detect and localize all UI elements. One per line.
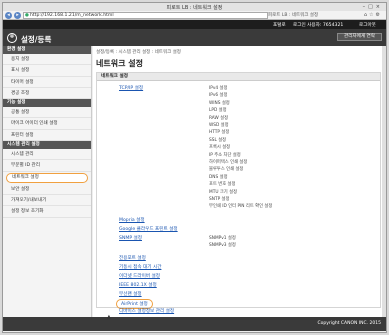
tcpip-sub-item: 하이퍼텍스 인쇄 설정	[209, 160, 248, 165]
title-bar: 피로트 LB : 네트워크 설정 –□×	[3, 3, 386, 11]
settings-panel: 네트워크 설정 TCP/IP 설정 IPv4 설정 IPv6 설정 WINS 설정 L…	[96, 72, 381, 309]
contact-admin-button[interactable]: 관리자에게 연락	[337, 33, 382, 41]
window-title: 피로트 LB : 네트워크 설정	[166, 5, 223, 11]
login-user: 로그인 사용자: 7654321	[293, 23, 344, 28]
tcpip-sub-item: DNS 설정	[209, 174, 228, 180]
url-text: http://192.168.1.21/m_network.html	[30, 13, 114, 18]
globe-icon: ●	[25, 13, 29, 18]
wireless-lan-link[interactable]: 무선랜 설정	[119, 291, 142, 297]
dedicated-port-link[interactable]: 전용포트 설정	[119, 255, 146, 261]
settings-logo-icon: ※	[7, 33, 17, 43]
tcpip-sub-item: IP 주소 차단 설정	[209, 152, 241, 158]
google-cloud-print-link[interactable]: Google 클라우드 프린트 설정	[119, 226, 178, 232]
scrollbar[interactable]	[382, 46, 386, 317]
toolbar-icons[interactable]: ⌂☆⚙	[364, 12, 382, 18]
tcpip-sub-item: 포트 번호 설정	[209, 182, 236, 188]
browser-window: 피로트 LB : 네트워크 설정 –□× ◂ ▸ ● http://192.16…	[2, 2, 387, 333]
snmp-settings-link[interactable]: SNMP 설정	[119, 235, 142, 241]
sidebar-item[interactable]: 프린터 설정	[3, 130, 91, 142]
portal-link[interactable]: 포털로	[273, 22, 286, 28]
sidebar-item[interactable]: 표시 설정	[3, 65, 91, 77]
tcpip-sub-item: 프록시 설정	[209, 145, 231, 151]
tcpip-sub-item: SNTP 설정	[209, 197, 230, 202]
sidebar-item[interactable]: 설정 정보 초기화	[3, 206, 91, 218]
tcpip-sub-item: WINS 설정	[209, 100, 230, 106]
sidebar-item[interactable]: 부문별 ID 관리	[3, 160, 91, 172]
startup-wait-link[interactable]: 기동시 접속 대기 시간	[119, 264, 161, 270]
window-controls[interactable]: –□×	[363, 4, 383, 10]
tcpip-sub-item: SSL 설정	[209, 137, 227, 143]
tcpip-sub-item: HTTP 설정	[209, 130, 230, 136]
copyright: Copyright CANON INC. 2015	[317, 321, 382, 326]
top-bar: 포털로 로그인 사용자: 7654321 로그아웃	[3, 20, 386, 29]
sidebar-item[interactable]: 시스템 관리	[3, 149, 91, 161]
sidebar-item[interactable]: 용지 설정	[3, 54, 91, 66]
ieee8021x-link[interactable]: IEEE 802.1X 설정	[119, 282, 157, 288]
snmp-sub-item: SNMPv1 설정	[209, 236, 236, 241]
back-icon[interactable]: ◂	[5, 12, 12, 19]
logout-link[interactable]: 로그아웃	[359, 22, 376, 28]
page-title: 설정/등록	[21, 35, 52, 44]
sidebar-item[interactable]: 타이머 설정	[3, 77, 91, 88]
sidebar-item[interactable]: 보안 설정	[3, 184, 91, 195]
panel-header: 네트워크 설정	[97, 73, 380, 81]
sidebar-section-system: 시스템 관리 설정	[3, 141, 91, 150]
tcpip-sub-item: WSD 설정	[209, 123, 229, 128]
sidebar-section-func: 기능 설정	[3, 99, 91, 108]
tcpip-sub-item: 블루투스 인쇄 설정	[209, 167, 244, 173]
tcpip-sub-item: MTU 크기 설정	[209, 189, 238, 195]
address-bar[interactable]: ● http://192.168.1.21/m_network.html	[23, 12, 268, 19]
main-content: 설정/등록 : 시스템 관리 설정 : 네트워크 설정 네트워크 설정 네트워크…	[93, 46, 386, 317]
ethernet-driver-link[interactable]: 이더넷 드라이버 설정	[119, 273, 160, 279]
device-info-mgmt-link[interactable]: 디바이스 설정정보 관리 설정	[119, 308, 174, 314]
sidebar-item[interactable]: 마이크 어이더 인쇄 설정	[3, 118, 91, 130]
back-to-top-link[interactable]: ▲	[107, 314, 111, 320]
browser-toolbar: ◂ ▸ ● http://192.168.1.21/m_network.html…	[3, 11, 386, 20]
sidebar-item-network-settings[interactable]: 네트워크 설정	[6, 172, 88, 183]
sidebar-item[interactable]: 공통 설정	[3, 107, 91, 119]
tcpip-sub-item: IPv6 설정	[209, 93, 228, 99]
sidebar-item[interactable]: 가져오기/내보내기	[3, 195, 91, 207]
section-title: 네트워크 설정	[96, 59, 143, 68]
sidebar: 환경 설정 용지 설정 표시 설정 타이머 설정 경공 조정 기능 설정 공통 …	[3, 46, 92, 317]
browser-tab[interactable]: 피로트 LB : 네트워크 설정	[268, 12, 318, 18]
tcpip-sub-item: LPD 설정	[209, 108, 227, 114]
mopria-settings-link[interactable]: Mopria 설정	[119, 217, 145, 223]
tcpip-sub-item: 무인쇄 ID 인터 PIN 리트 확인 설정	[209, 204, 273, 210]
snmp-sub-item: SNMPv3 설정	[209, 243, 236, 248]
breadcrumb: 설정/등록 : 시스템 관리 설정 : 네트워크 설정	[96, 50, 181, 55]
page-header: ※ 설정/등록 관리자에게 연락	[3, 29, 386, 46]
tcpip-sub-item: IPv4 설정	[209, 86, 228, 91]
forward-icon[interactable]: ▸	[14, 12, 21, 19]
sidebar-section-env: 환경 설정	[3, 46, 91, 54]
footer: ▲ Copyright CANON INC. 2015	[3, 314, 386, 331]
tcpip-sub-item: RAW 설정	[209, 115, 229, 121]
tcpip-settings-link[interactable]: TCP/IP 설정	[119, 85, 143, 91]
sidebar-item[interactable]: 경공 조정	[3, 88, 91, 100]
